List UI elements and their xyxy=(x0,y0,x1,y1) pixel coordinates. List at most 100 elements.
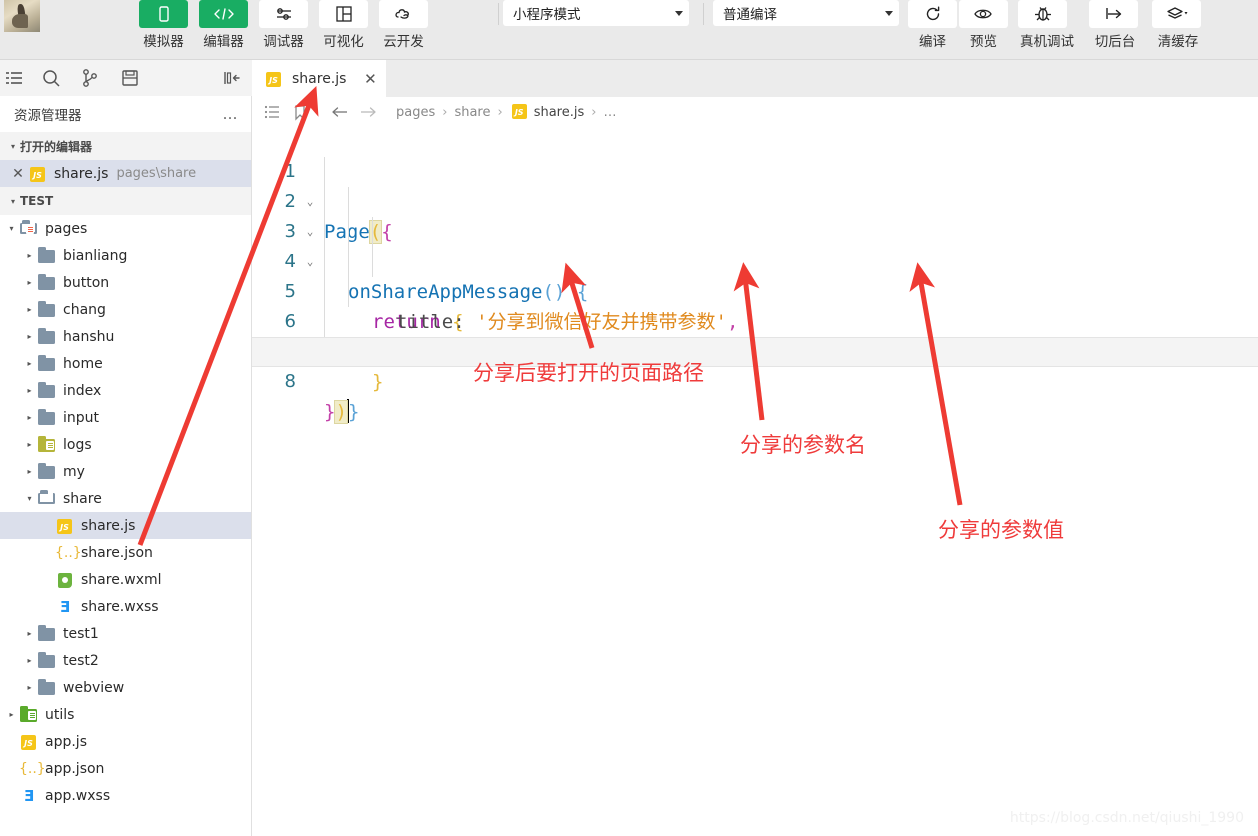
open-editor-item-share-js[interactable]: ✕ JS share.js pages\share xyxy=(0,160,251,187)
chevron-right-icon[interactable]: ▸ xyxy=(22,278,37,287)
tree-folder-bianliang[interactable]: ▸ bianliang xyxy=(0,242,251,269)
eye-icon xyxy=(973,9,992,19)
clear-cache-button[interactable] xyxy=(1152,0,1201,28)
chevron-right-icon[interactable]: ▸ xyxy=(22,413,37,422)
tree-folder-test1[interactable]: ▸ test1 xyxy=(0,620,251,647)
simulator-button[interactable] xyxy=(139,0,188,28)
more-actions-icon[interactable]: … xyxy=(223,105,240,123)
tree-item-label: test2 xyxy=(63,652,99,669)
close-icon[interactable]: ✕ xyxy=(8,166,28,182)
chevron-right-icon[interactable]: ▸ xyxy=(22,656,37,665)
bookmark-icon[interactable] xyxy=(286,104,314,121)
save-icon[interactable] xyxy=(110,60,150,96)
token-brace: } xyxy=(324,401,336,423)
breadcrumb-item-share[interactable]: share xyxy=(454,105,490,120)
visualization-button[interactable] xyxy=(319,0,368,28)
tree-file-share-wxml[interactable]: share.wxml xyxy=(0,566,251,593)
back-arrow-icon[interactable] xyxy=(326,105,354,119)
breadcrumb-separator: › xyxy=(591,104,597,120)
tree-folder-input[interactable]: ▸ input xyxy=(0,404,251,431)
tree-file-share-js[interactable]: JS share.js xyxy=(0,512,251,539)
folder-icon xyxy=(19,705,39,724)
js-file-icon: JS xyxy=(19,733,39,751)
wxml-file-icon xyxy=(55,571,75,589)
chevron-down-icon: ▾ xyxy=(10,196,15,206)
user-avatar[interactable] xyxy=(4,0,40,32)
folder-icon xyxy=(37,246,57,265)
tree-folder-utils[interactable]: ▸ utils xyxy=(0,701,251,728)
chevron-right-icon[interactable]: ▸ xyxy=(22,332,37,341)
tree-folder-pages[interactable]: ▾ pages xyxy=(0,215,251,242)
code-line-6: 6 } xyxy=(252,277,1258,393)
chevron-right-icon[interactable]: ▸ xyxy=(4,710,19,719)
chevron-right-icon[interactable]: ▸ xyxy=(22,305,37,314)
tree-file-app-json[interactable]: {..} app.json xyxy=(0,755,251,782)
outline-icon[interactable] xyxy=(258,105,286,119)
activity-bar xyxy=(0,60,252,96)
tree-folder-webview[interactable]: ▸ webview xyxy=(0,674,251,701)
tree-item-label: chang xyxy=(63,301,106,318)
chevron-right-icon[interactable]: ▸ xyxy=(22,629,37,638)
mode-select[interactable]: 小程序模式 xyxy=(503,0,689,26)
compile-select[interactable]: 普通编译 xyxy=(713,0,899,26)
tree-file-share-wxss[interactable]: Ǝshare.wxss xyxy=(0,593,251,620)
token-paren: ) xyxy=(334,400,348,424)
tree-folder-logs[interactable]: ▸ logs xyxy=(0,431,251,458)
file-explorer-sidebar: 资源管理器 … ▾ 打开的编辑器 ✕ JS share.js pages\sha… xyxy=(0,96,252,836)
tree-item-label: webview xyxy=(63,679,125,696)
breadcrumb: pages › share › JS share.js › … xyxy=(252,97,1258,127)
compile-button[interactable] xyxy=(908,0,957,28)
folder-icon xyxy=(37,624,57,643)
tree-item-label: share.json xyxy=(81,544,153,561)
code-text: }) xyxy=(324,397,349,427)
tree-folder-hanshu[interactable]: ▸ hanshu xyxy=(0,323,251,350)
breadcrumb-separator: › xyxy=(497,104,503,120)
chevron-right-icon[interactable]: ▸ xyxy=(22,386,37,395)
chevron-down-icon[interactable]: ▾ xyxy=(4,224,19,233)
editor-button[interactable] xyxy=(199,0,248,28)
code-line-1: 1 ⌄ Page({ xyxy=(252,127,1258,244)
tab-share-js[interactable]: JS share.js ✕ xyxy=(252,60,387,97)
tree-folder-chang[interactable]: ▸ chang xyxy=(0,296,251,323)
chevron-right-icon[interactable]: ▸ xyxy=(22,251,37,260)
tree-file-share-json[interactable]: {..} share.json xyxy=(0,539,251,566)
explorer-icon[interactable] xyxy=(0,60,31,96)
code-content[interactable]: 1 ⌄ Page({ 2 ⌄ onShareAppMessage() { 3 ⌄… xyxy=(252,127,1258,836)
forward-arrow-icon[interactable] xyxy=(354,105,382,119)
token-brace: } xyxy=(348,401,360,423)
source-control-icon[interactable] xyxy=(71,60,111,96)
tree-folder-my[interactable]: ▸ my xyxy=(0,458,251,485)
tree-folder-test2[interactable]: ▸ test2 xyxy=(0,647,251,674)
real-device-debug-button[interactable] xyxy=(1018,0,1067,28)
tree-folder-home[interactable]: ▸ home xyxy=(0,350,251,377)
collapse-panel-icon[interactable] xyxy=(212,60,252,96)
annotation-label-param-name: 分享的参数名 xyxy=(740,433,866,457)
search-icon[interactable] xyxy=(31,60,71,96)
chevron-right-icon[interactable]: ▸ xyxy=(22,359,37,368)
preview-button[interactable] xyxy=(959,0,1008,28)
tree-item-label: test1 xyxy=(63,625,99,642)
chevron-right-icon[interactable]: ▸ xyxy=(22,683,37,692)
tree-folder-button[interactable]: ▸ button xyxy=(0,269,251,296)
debugger-button[interactable] xyxy=(259,0,308,28)
tree-folder-index[interactable]: ▸ index xyxy=(0,377,251,404)
tree-file-app-wxss[interactable]: Ǝapp.wxss xyxy=(0,782,251,809)
tree-item-label: app.js xyxy=(45,733,87,750)
chevron-right-icon[interactable]: ▸ xyxy=(22,467,37,476)
project-section[interactable]: ▾ TEST xyxy=(0,187,251,215)
breadcrumb-item-share-js[interactable]: share.js xyxy=(534,105,585,120)
breadcrumb-item-more[interactable]: … xyxy=(603,105,616,120)
tree-folder-share[interactable]: ▾ share xyxy=(0,485,251,512)
close-icon[interactable]: ✕ xyxy=(362,70,378,88)
code-line-8: 8 }) xyxy=(252,337,1258,424)
folder-icon xyxy=(37,408,57,427)
open-editors-section[interactable]: ▾ 打开的编辑器 xyxy=(0,132,251,160)
chevron-right-icon[interactable]: ▸ xyxy=(22,440,37,449)
code-text: } xyxy=(372,367,383,397)
tree-file-app-js[interactable]: JS app.js xyxy=(0,728,251,755)
cloud-dev-button[interactable] xyxy=(379,0,428,28)
breadcrumb-item-pages[interactable]: pages xyxy=(396,105,435,120)
background-button[interactable] xyxy=(1089,0,1138,28)
tree-item-label: app.json xyxy=(45,760,105,777)
chevron-down-icon[interactable]: ▾ xyxy=(22,494,37,503)
